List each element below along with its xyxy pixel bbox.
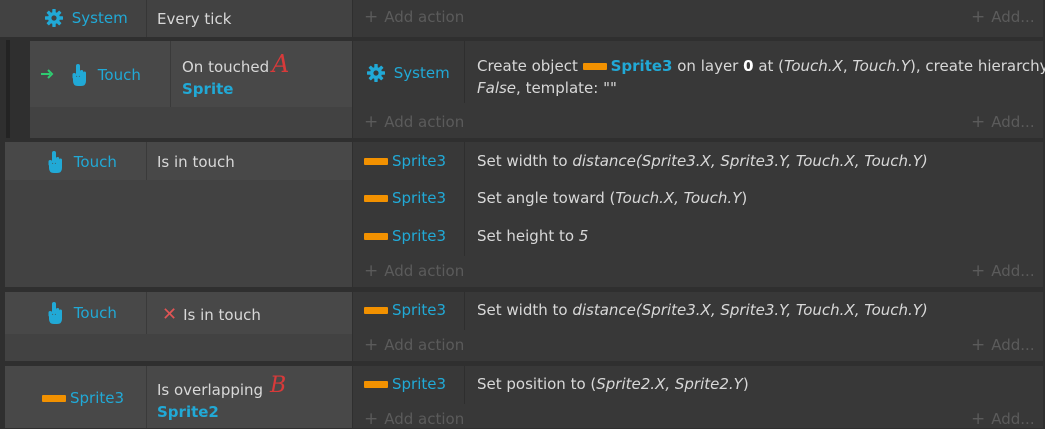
condition-object-name: System bbox=[71, 8, 128, 27]
event-5-condition-object[interactable]: Sprite3 bbox=[42, 389, 124, 407]
condition-text: On touched bbox=[182, 58, 270, 76]
event-3-action-1[interactable]: Set width to distance(Sprite3.X, Sprite3… bbox=[477, 152, 928, 170]
inverted-x-icon: ✕ bbox=[162, 304, 178, 325]
add-more-button[interactable]: + Add... bbox=[971, 335, 1035, 355]
touch-hand-icon bbox=[48, 151, 62, 173]
trigger-arrow-icon bbox=[40, 64, 54, 82]
condition-object-name: Touch bbox=[73, 152, 117, 171]
add-action-button[interactable]: + Add action bbox=[364, 261, 464, 281]
sprite-bar-icon bbox=[582, 63, 607, 70]
add-more-button[interactable]: + Add... bbox=[971, 112, 1035, 132]
event-1-condition-text[interactable]: Every tick bbox=[157, 10, 231, 28]
add-action-button[interactable]: + Add action bbox=[364, 7, 464, 27]
create-object-action[interactable]: Create object Sprite3 on layer 0 at (Tou… bbox=[477, 55, 1045, 99]
event-3-condition-text[interactable]: Is in touch bbox=[157, 153, 235, 171]
add-action-button[interactable]: + Add action bbox=[364, 409, 464, 429]
event-3-condition-object[interactable]: Touch bbox=[46, 150, 117, 174]
event-4-condition[interactable]: ✕ Is in touch bbox=[162, 304, 261, 325]
event-4-action-1-object[interactable]: Sprite3 bbox=[364, 301, 446, 319]
touch-hand-icon bbox=[72, 64, 86, 86]
event-5-action-1[interactable]: Set position to (Sprite2.X, Sprite2.Y) bbox=[477, 375, 749, 393]
event-5-action-1-object[interactable]: Sprite3 bbox=[364, 375, 446, 393]
sprite-bar-icon bbox=[364, 158, 388, 165]
event-3-action-2-object[interactable]: Sprite3 bbox=[364, 189, 446, 207]
sprite-bar-icon bbox=[364, 381, 388, 388]
condition-text: Is in touch bbox=[183, 306, 261, 324]
annotation-b-mark: B bbox=[270, 373, 287, 398]
event-4-condition-object[interactable]: Touch bbox=[46, 301, 117, 325]
sprite-bar-icon bbox=[364, 195, 388, 202]
event-2-condition-object[interactable]: Touch bbox=[70, 63, 141, 87]
event-3-action-3-object[interactable]: Sprite3 bbox=[364, 227, 446, 245]
condition-param: Sprite bbox=[182, 80, 234, 98]
condition-object-name: Touch bbox=[97, 65, 141, 84]
event-1-condition-object[interactable]: System bbox=[44, 8, 128, 28]
event-3-action-3[interactable]: Set height to 5 bbox=[477, 227, 588, 245]
event-2-condition[interactable]: On touched Sprite bbox=[182, 56, 269, 100]
sprite-bar-icon bbox=[42, 395, 66, 402]
event-3-action-2[interactable]: Set angle toward (Touch.X, Touch.Y) bbox=[477, 189, 747, 207]
add-action-button[interactable]: + Add action bbox=[364, 112, 464, 132]
condition-param: Sprite2 bbox=[157, 403, 219, 421]
system-gear-icon bbox=[45, 9, 63, 27]
add-more-button[interactable]: + Add... bbox=[971, 7, 1035, 27]
add-more-button[interactable]: + Add... bbox=[971, 409, 1035, 429]
condition-object-name: Touch bbox=[73, 303, 117, 322]
event-2-action-object[interactable]: System bbox=[366, 63, 450, 83]
event-4-action-1[interactable]: Set width to distance(Sprite3.X, Sprite3… bbox=[477, 301, 928, 319]
annotation-a-mark: A bbox=[272, 50, 290, 78]
touch-hand-icon bbox=[48, 302, 62, 324]
add-more-button[interactable]: + Add... bbox=[971, 261, 1035, 281]
event-5-condition[interactable]: Is overlapping Sprite2 bbox=[157, 379, 263, 423]
system-gear-icon bbox=[367, 64, 385, 82]
sprite-bar-icon bbox=[364, 233, 388, 240]
sprite-bar-icon bbox=[364, 307, 388, 314]
action-object-name: System bbox=[393, 63, 450, 82]
add-action-button[interactable]: + Add action bbox=[364, 335, 464, 355]
condition-text: Is overlapping bbox=[157, 381, 264, 399]
event-3-action-1-object[interactable]: Sprite3 bbox=[364, 152, 446, 170]
